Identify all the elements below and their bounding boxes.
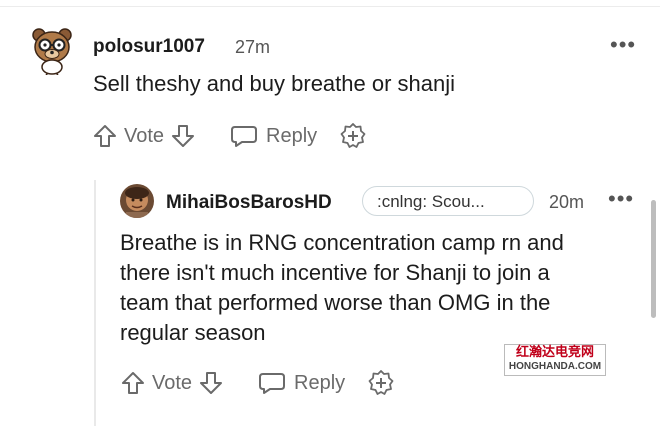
watermark-title: 红瀚达电竞网 <box>515 345 594 360</box>
upvote-button[interactable] <box>92 123 118 149</box>
downvote-arrow-icon <box>172 125 195 147</box>
reply-button[interactable]: Reply <box>230 123 317 149</box>
thread-line[interactable] <box>94 180 96 426</box>
reply-body: Breathe is in RNG concentration camp rn … <box>120 228 640 348</box>
comment-timestamp: 27m <box>235 37 271 57</box>
vote-label: Vote <box>124 124 165 147</box>
avatar[interactable] <box>120 184 154 218</box>
reply-body-line: team that performed worse than OMG in th… <box>120 290 551 315</box>
speech-bubble-icon <box>231 126 258 147</box>
speech-bubble-icon <box>259 373 286 394</box>
vote-label: Vote <box>152 371 193 394</box>
watermark-domain: HONGHANDA.COM <box>508 361 602 372</box>
downvote-arrow-icon <box>200 372 223 394</box>
site-watermark: 红瀚达电竞网 HONGHANDA.COM <box>504 344 606 376</box>
reply-body-line: Breathe is in RNG concentration camp rn … <box>120 230 564 255</box>
reply-label: Reply <box>266 124 318 147</box>
comment-action-bar: Vote Reply <box>92 122 367 150</box>
avatar[interactable] <box>30 25 74 76</box>
reply-action-bar: Vote Reply <box>120 369 395 397</box>
upvote-arrow-icon <box>122 372 144 394</box>
downvote-button[interactable] <box>170 123 196 149</box>
user-flair: :cnlng: Scou... <box>362 186 534 216</box>
reply-button[interactable]: Reply <box>258 370 345 396</box>
add-award-icon <box>340 123 366 148</box>
add-award-icon <box>368 370 394 395</box>
snoo-avatar-icon <box>32 28 72 76</box>
upvote-arrow-icon <box>94 125 116 147</box>
top-divider <box>0 6 660 7</box>
reply-username[interactable]: MihaiBosBarosHD <box>166 192 332 214</box>
downvote-button[interactable] <box>198 370 224 396</box>
award-button[interactable] <box>367 369 395 397</box>
reply-label: Reply <box>294 371 346 394</box>
comment-body: Sell theshy and buy breathe or shanji <box>93 71 456 96</box>
award-button[interactable] <box>339 122 367 150</box>
reply-more-options-icon[interactable]: ••• <box>608 186 634 212</box>
comment-username[interactable]: polosur1007 <box>93 36 205 58</box>
reply-timestamp: 20m <box>549 192 585 212</box>
upvote-button[interactable] <box>120 370 146 396</box>
reply-body-line: there isn't much incentive for Shanji to… <box>120 260 550 285</box>
comment-more-options-icon[interactable]: ••• <box>610 32 636 58</box>
scrollbar[interactable] <box>651 200 656 318</box>
user-photo-avatar-icon <box>120 184 154 218</box>
